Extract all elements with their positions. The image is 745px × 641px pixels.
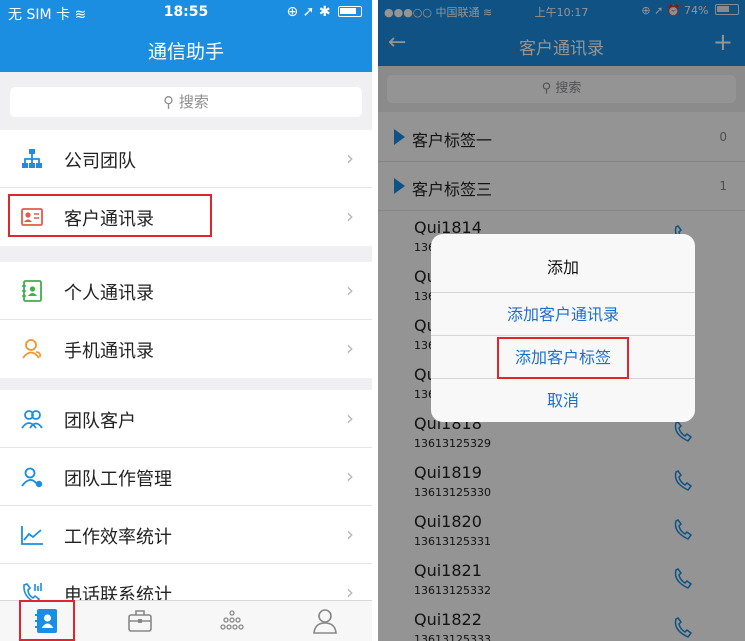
team-customers-icon: [21, 410, 43, 429]
team-work-icon: [21, 467, 43, 488]
navigation-bar: 通信助手: [0, 26, 372, 72]
add-customer-contacts-button[interactable]: 添加客户通讯录: [431, 292, 695, 336]
menu-item-phone-contacts[interactable]: 手机通讯录 ›: [0, 320, 372, 378]
status-bar: 无 SIM 卡 ≋ 18:55 ⊕ ➚ ✱: [0, 0, 372, 26]
add-action-dialog: 添加 添加客户通讯录 添加客户标签 取消: [431, 234, 695, 422]
profile-tab-icon[interactable]: [310, 606, 340, 636]
menu-group-2: 个人通讯录 › 手机通讯录 ›: [0, 262, 372, 378]
page-title: 通信助手: [147, 41, 224, 63]
menu-item-efficiency-stats[interactable]: 工作效率统计 ›: [0, 506, 372, 564]
chevron-right-icon: ›: [346, 406, 354, 430]
highlight-box-contacts-tab: [19, 600, 75, 641]
search-input[interactable]: ⚲ 搜索: [10, 87, 362, 117]
menu-item-label: 手机通讯录: [64, 341, 154, 362]
search-area: ⚲ 搜索: [0, 72, 372, 130]
chevron-right-icon: ›: [346, 522, 354, 546]
search-placeholder: 搜索: [178, 93, 209, 111]
battery-icon: [338, 6, 362, 17]
chevron-right-icon: ›: [346, 464, 354, 488]
menu-group-3: 团队客户 › 团队工作管理 › 工作效率统计 › 电话联系统计 ›: [0, 390, 372, 622]
menu-item-team-work[interactable]: 团队工作管理 ›: [0, 448, 372, 506]
highlight-box-add-customer-tag: [497, 337, 629, 379]
cancel-button[interactable]: 取消: [431, 378, 695, 422]
menu-item-label: 团队客户: [64, 411, 136, 432]
chevron-right-icon: ›: [346, 146, 354, 170]
briefcase-tab-icon[interactable]: [125, 606, 155, 636]
menu-item-personal-contacts[interactable]: 个人通讯录 ›: [0, 262, 372, 320]
menu-item-company-team[interactable]: 公司团队 ›: [0, 130, 372, 188]
menu-item-label: 公司团队: [64, 151, 136, 172]
lock-rotation-icon: ⊕: [286, 4, 299, 20]
location-icon: ➚: [302, 4, 315, 20]
line-chart-icon: [21, 526, 43, 545]
chevron-right-icon: ›: [346, 204, 354, 228]
bluetooth-icon: ✱: [318, 4, 331, 20]
apps-grid-tab-icon[interactable]: [217, 606, 247, 636]
chevron-right-icon: ›: [346, 336, 354, 360]
menu-item-label: 团队工作管理: [64, 469, 172, 490]
status-icons: ⊕ ➚ ✱: [286, 4, 362, 20]
address-book-icon: [22, 280, 42, 302]
menu-item-label: 个人通讯录: [64, 283, 154, 304]
phone-contacts-icon: [22, 339, 41, 359]
menu-item-label: 工作效率统计: [64, 527, 172, 548]
search-icon: ⚲: [163, 93, 179, 111]
highlight-box-customer-contacts: [8, 194, 212, 237]
left-phone-screen: 无 SIM 卡 ≋ 18:55 ⊕ ➚ ✱ 通信助手 ⚲ 搜索 公司团队 › 客…: [0, 0, 372, 641]
dialog-title: 添加: [546, 258, 579, 277]
org-chart-icon: [22, 149, 42, 168]
right-phone-screen: ●●●○○ 中国联通 ≋ 上午10:17 ⊕ ➚ ⏰ 74% ← 客户通讯录 +…: [378, 0, 745, 641]
menu-item-team-customers[interactable]: 团队客户 ›: [0, 390, 372, 448]
chevron-right-icon: ›: [346, 278, 354, 302]
